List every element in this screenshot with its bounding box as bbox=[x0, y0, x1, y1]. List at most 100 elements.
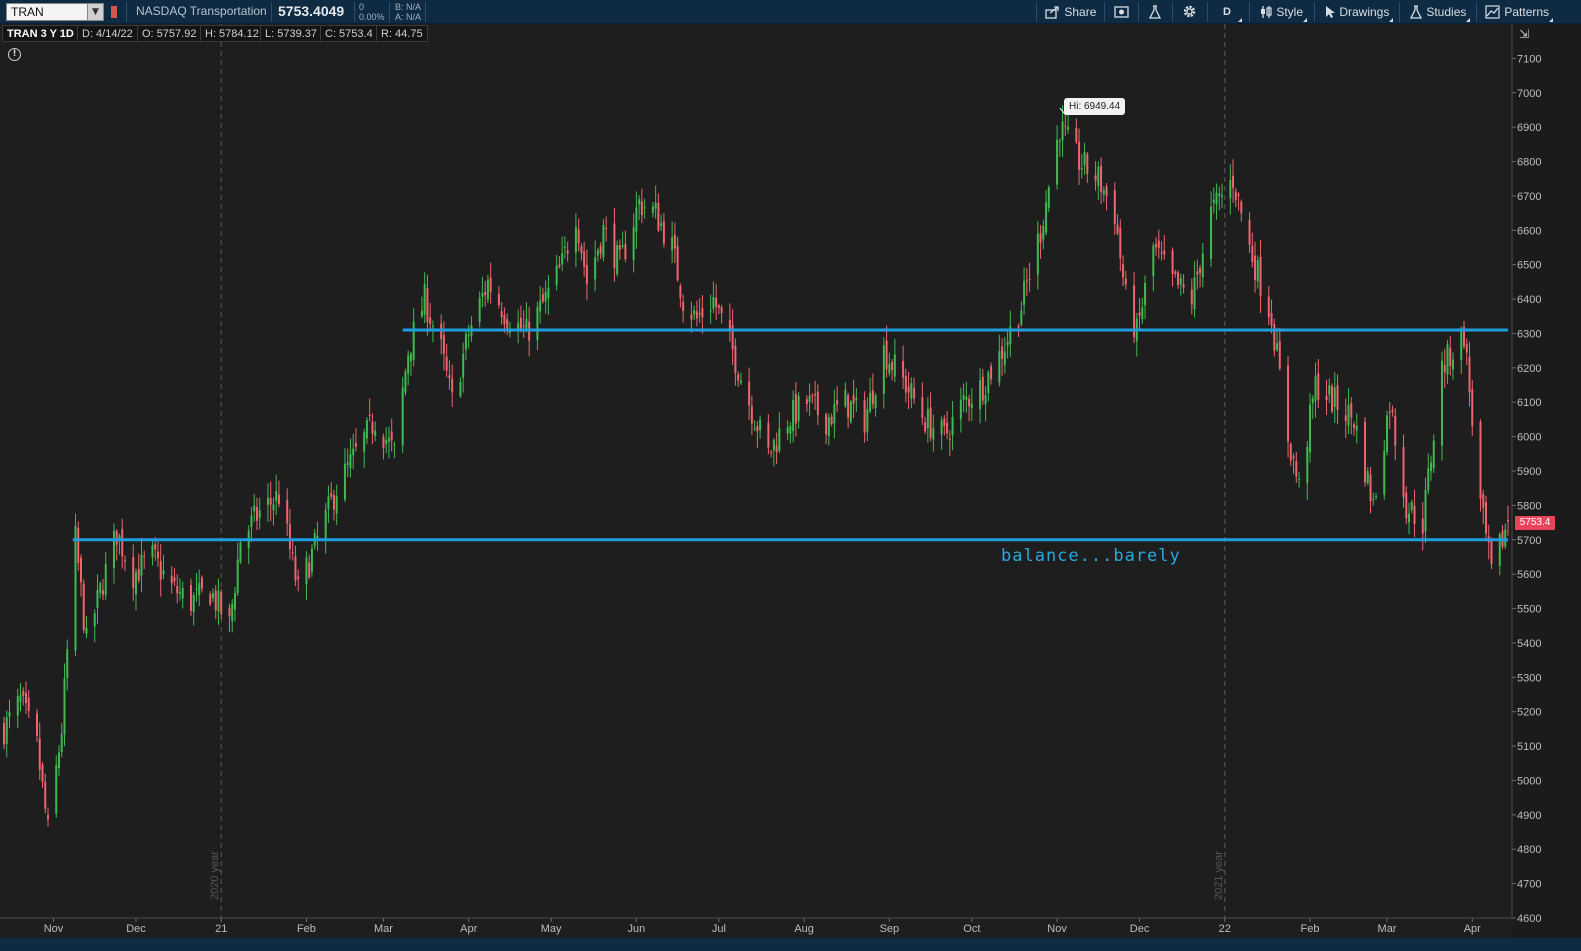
candle-down bbox=[583, 251, 586, 267]
y-tick-label: 4700 bbox=[1517, 879, 1541, 891]
x-tick-label: Jul bbox=[712, 923, 726, 935]
candle-up bbox=[327, 496, 330, 510]
candle-up bbox=[792, 399, 795, 431]
candle-up bbox=[1256, 260, 1259, 282]
candle-up bbox=[962, 395, 965, 400]
y-tick-label: 5200 bbox=[1517, 707, 1541, 719]
x-tick-label: Oct bbox=[963, 923, 980, 935]
candle-up bbox=[462, 353, 465, 378]
candle-down bbox=[3, 723, 5, 745]
candle-down bbox=[720, 307, 723, 314]
x-tick-label: Feb bbox=[1301, 923, 1320, 935]
candle-down bbox=[1075, 127, 1078, 142]
candle-down bbox=[1116, 224, 1119, 234]
candle-down bbox=[330, 493, 333, 497]
candle-down bbox=[1259, 256, 1262, 296]
candle-up bbox=[772, 440, 775, 451]
x-tick-label: Apr bbox=[460, 923, 477, 935]
price-chart[interactable]: 2020 year 2021 year 4600 4700 4800 4900 5000 5… bbox=[0, 0, 1581, 951]
candle-up bbox=[343, 463, 346, 500]
candle-down bbox=[1254, 255, 1257, 280]
candle-down bbox=[484, 291, 487, 295]
ohlc-info-bar: TRAN 3 Y 1D D: 4/14/22 O: 5757.92 H: 578… bbox=[0, 24, 1512, 43]
alert-icon[interactable]: ! bbox=[8, 48, 21, 61]
x-tick-label: 22 bbox=[1219, 923, 1231, 935]
candle-down bbox=[701, 308, 704, 318]
candle-down bbox=[269, 497, 272, 505]
candle-down bbox=[1443, 365, 1446, 373]
candle-down bbox=[1177, 272, 1180, 286]
candle-down bbox=[825, 414, 828, 435]
candle-down bbox=[679, 285, 682, 298]
candle-up bbox=[104, 564, 107, 595]
candle-up bbox=[1141, 307, 1144, 319]
candle-up bbox=[1328, 385, 1331, 395]
candle-down bbox=[1485, 502, 1488, 534]
chart-title-cell[interactable]: TRAN 3 Y 1D bbox=[2, 25, 79, 42]
candle-up bbox=[1314, 376, 1317, 402]
candle-down bbox=[1113, 190, 1116, 225]
candle-down bbox=[451, 378, 454, 393]
candle-up bbox=[1006, 341, 1009, 346]
candle-up bbox=[305, 557, 308, 585]
candle-down bbox=[805, 399, 808, 404]
candle-down bbox=[1287, 365, 1290, 442]
candle-up bbox=[1298, 479, 1301, 481]
candle-down bbox=[1174, 271, 1177, 274]
candle-up bbox=[266, 497, 269, 505]
candle-up bbox=[1383, 451, 1386, 496]
candle-up bbox=[635, 207, 638, 232]
candle-up bbox=[420, 310, 423, 317]
plot-area bbox=[0, 24, 1512, 918]
x-tick-label: Mar bbox=[374, 923, 393, 935]
candle-down bbox=[1289, 443, 1292, 461]
candle-up bbox=[1023, 280, 1026, 305]
y-tick-label: 4600 bbox=[1517, 913, 1541, 925]
candle-up bbox=[459, 382, 462, 397]
candle-down bbox=[137, 569, 140, 581]
candle-down bbox=[904, 376, 907, 393]
candle-down bbox=[1344, 415, 1347, 422]
candle-down bbox=[1449, 347, 1452, 367]
high-marker-label: Hi: 6949.44 bbox=[1064, 98, 1126, 115]
candle-down bbox=[1163, 250, 1166, 255]
candle-down bbox=[1105, 186, 1108, 196]
candle-up bbox=[5, 717, 8, 744]
candle-up bbox=[951, 416, 954, 436]
candle-up bbox=[1372, 498, 1375, 500]
candle-down bbox=[618, 245, 621, 250]
candle-down bbox=[500, 311, 503, 318]
candle-up bbox=[1408, 513, 1411, 523]
candle-up bbox=[481, 293, 484, 297]
candle-up bbox=[239, 542, 242, 563]
candle-down bbox=[968, 398, 971, 407]
candle-down bbox=[1471, 389, 1474, 426]
candle-up bbox=[93, 613, 96, 627]
y-tick-label: 6700 bbox=[1517, 191, 1541, 203]
collapse-icon[interactable]: ⇲ bbox=[1519, 27, 1529, 41]
x-tick-label: Dec bbox=[1130, 923, 1150, 935]
candle-down bbox=[929, 407, 932, 438]
candle-up bbox=[1504, 529, 1507, 547]
candle-up bbox=[272, 504, 275, 511]
candle-down bbox=[1190, 289, 1193, 305]
candle-down bbox=[1292, 456, 1295, 459]
candle-up bbox=[55, 765, 58, 814]
candle-down bbox=[811, 395, 814, 397]
candle-up bbox=[1410, 501, 1413, 510]
candle-up bbox=[162, 570, 165, 575]
date-cell: D: 4/14/22 bbox=[77, 25, 138, 42]
candle-up bbox=[1036, 233, 1039, 275]
candle-down bbox=[1232, 175, 1235, 188]
candle-down bbox=[24, 693, 27, 704]
candle-up bbox=[335, 495, 338, 514]
candle-up bbox=[387, 437, 390, 442]
candle-up bbox=[192, 595, 195, 612]
candle-down bbox=[1171, 250, 1174, 274]
candle-up bbox=[547, 287, 550, 299]
candle-down bbox=[1124, 278, 1127, 285]
candle-down bbox=[1086, 154, 1089, 174]
candle-up bbox=[1045, 202, 1048, 233]
y-tick-label: 6200 bbox=[1517, 363, 1541, 375]
candle-up bbox=[616, 244, 619, 275]
